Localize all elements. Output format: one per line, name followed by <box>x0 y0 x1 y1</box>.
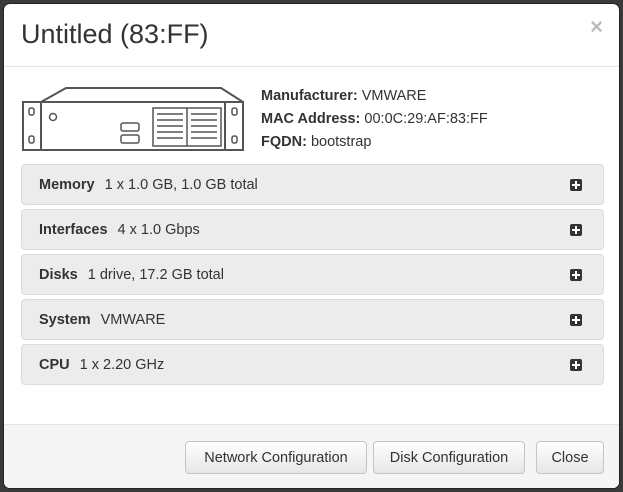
panel-label: Disks 1 drive, 17.2 GB total <box>39 267 224 283</box>
panel-label: CPU 1 x 2.20 GHz <box>39 357 164 373</box>
panel-label: Memory 1 x 1.0 GB, 1.0 GB total <box>39 177 258 193</box>
panel-cpu[interactable]: CPU 1 x 2.20 GHz <box>21 344 604 385</box>
panel-name: Disks <box>39 267 78 283</box>
panel-name: Interfaces <box>39 222 108 238</box>
fqdn-row: FQDN: bootstrap <box>261 131 488 154</box>
expand-plus-icon[interactable] <box>570 224 582 236</box>
panel-value: 1 x 2.20 GHz <box>79 357 165 373</box>
modal-title: Untitled (83:FF) <box>21 19 209 49</box>
manufacturer-value: VMWARE <box>361 88 427 104</box>
panel-value: 4 x 1.0 Gbps <box>117 222 200 238</box>
expand-plus-icon[interactable] <box>570 359 582 371</box>
expand-plus-icon[interactable] <box>570 269 582 281</box>
mac-address-row: MAC Address: 00:0C:29:AF:83:FF <box>261 108 488 131</box>
panel-memory[interactable]: Memory 1 x 1.0 GB, 1.0 GB total <box>21 164 604 205</box>
close-button[interactable]: Close <box>536 441 604 474</box>
modal-header: Untitled (83:FF) × <box>4 4 619 67</box>
panel-value: 1 drive, 17.2 GB total <box>87 267 224 283</box>
manufacturer-row: Manufacturer: VMWARE <box>261 85 488 108</box>
panel-name: Memory <box>39 177 95 193</box>
panel-label: Interfaces 4 x 1.0 Gbps <box>39 222 200 238</box>
panel-label: System VMWARE <box>39 312 165 328</box>
modal-footer: Network Configuration Disk Configuration… <box>4 424 619 488</box>
close-icon[interactable]: × <box>590 16 603 38</box>
node-details-modal: Untitled (83:FF) × Manufacturer: VMWARE … <box>4 4 619 488</box>
panel-name: CPU <box>39 357 70 373</box>
hardware-panel-list: Memory 1 x 1.0 GB, 1.0 GB total Interfac… <box>21 164 604 389</box>
panel-interfaces[interactable]: Interfaces 4 x 1.0 Gbps <box>21 209 604 250</box>
panel-disks[interactable]: Disks 1 drive, 17.2 GB total <box>21 254 604 295</box>
expand-plus-icon[interactable] <box>570 314 582 326</box>
fqdn-label: FQDN: <box>261 134 307 150</box>
mac-address-value: 00:0C:29:AF:83:FF <box>364 111 488 127</box>
panel-value: 1 x 1.0 GB, 1.0 GB total <box>104 177 258 193</box>
manufacturer-label: Manufacturer: <box>261 88 358 104</box>
device-info: Manufacturer: VMWARE MAC Address: 00:0C:… <box>261 85 488 154</box>
server-rack-icon <box>22 87 244 151</box>
fqdn-value: bootstrap <box>310 134 372 150</box>
mac-address-label: MAC Address: <box>261 111 361 127</box>
disk-configuration-button[interactable]: Disk Configuration <box>373 441 525 474</box>
panel-system[interactable]: System VMWARE <box>21 299 604 340</box>
network-configuration-button[interactable]: Network Configuration <box>185 441 367 474</box>
panel-value: VMWARE <box>100 312 166 328</box>
panel-name: System <box>39 312 91 328</box>
expand-plus-icon[interactable] <box>570 179 582 191</box>
